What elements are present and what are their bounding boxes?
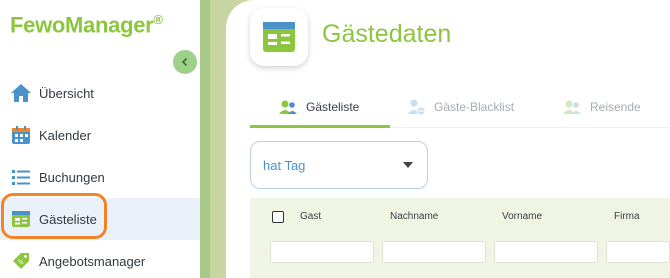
sidebar: FewoManager® Übersicht Kalender Buchunge… [0, 0, 200, 278]
sidebar-item-angebotsmanager[interactable]: % Angebotsmanager [0, 240, 200, 278]
tab-gaesteliste[interactable]: Gästeliste [278, 88, 359, 126]
travelers-icon [562, 98, 582, 116]
tab-gaeste-blacklist[interactable]: Gäste-Blacklist [406, 88, 514, 126]
tab-reisende[interactable]: Reisende [562, 88, 641, 126]
column-header-nachname[interactable]: Nachname [390, 211, 438, 222]
page-icon [250, 8, 308, 66]
logo-text-left: Fewo [10, 12, 66, 38]
content-panel: Gästedaten Gästeliste Gäste-Blacklist Re… [226, 0, 670, 278]
filter-input-vorname[interactable] [494, 241, 598, 263]
sidebar-divider [200, 0, 210, 278]
page-title: Gästedaten [322, 20, 452, 48]
sidebar-item-label: Angebotsmanager [39, 253, 146, 269]
blacklist-icon [406, 98, 426, 116]
select-all-checkbox[interactable] [272, 211, 284, 223]
chevron-left-icon [181, 57, 188, 67]
tab-label: Gästeliste [306, 100, 360, 114]
list-icon [10, 166, 32, 188]
sidebar-item-uebersicht[interactable]: Übersicht [0, 72, 200, 114]
home-icon [10, 82, 32, 104]
filter-input-nachname[interactable] [382, 241, 486, 263]
collapse-sidebar-button[interactable] [173, 50, 197, 74]
sidebar-item-kalender[interactable]: Kalender [0, 114, 200, 156]
app-logo[interactable]: FewoManager® [10, 12, 163, 38]
tab-bar: Gästeliste Gäste-Blacklist Reisende [250, 88, 670, 128]
sidebar-item-label: Buchungen [39, 169, 105, 185]
tab-label: Reisende [590, 100, 641, 114]
sidebar-item-buchungen[interactable]: Buchungen [0, 156, 200, 198]
column-header-gast[interactable]: Gast [300, 211, 321, 222]
filter-select-value: hat Tag [263, 157, 306, 173]
price-tag-icon: % [10, 250, 32, 272]
tab-label: Gäste-Blacklist [434, 100, 515, 114]
highlight-annotation [1, 193, 107, 239]
column-header-vorname[interactable]: Vorname [502, 211, 542, 222]
main-area: Gästedaten Gästeliste Gäste-Blacklist Re… [210, 0, 670, 278]
sidebar-nav: Übersicht Kalender Buchungen Gästeliste … [0, 72, 200, 278]
active-tab-indicator [250, 125, 390, 128]
sidebar-item-label: Kalender [39, 127, 92, 143]
svg-text:%: % [18, 259, 24, 266]
logo-text-right: Manager [65, 12, 154, 38]
sidebar-item-label: Übersicht [39, 85, 94, 101]
caret-down-icon [403, 162, 413, 168]
logo-registered: ® [153, 12, 163, 27]
filter-select[interactable]: hat Tag [250, 141, 428, 189]
guest-card-icon [263, 22, 295, 52]
guests-icon [278, 98, 298, 116]
filter-input-gast[interactable] [270, 241, 374, 263]
calendar-icon [10, 124, 32, 146]
column-header-firma[interactable]: Firma [614, 211, 640, 222]
filter-input-firma[interactable] [606, 241, 670, 263]
guest-table: Gast Nachname Vorname Firma [250, 198, 670, 278]
